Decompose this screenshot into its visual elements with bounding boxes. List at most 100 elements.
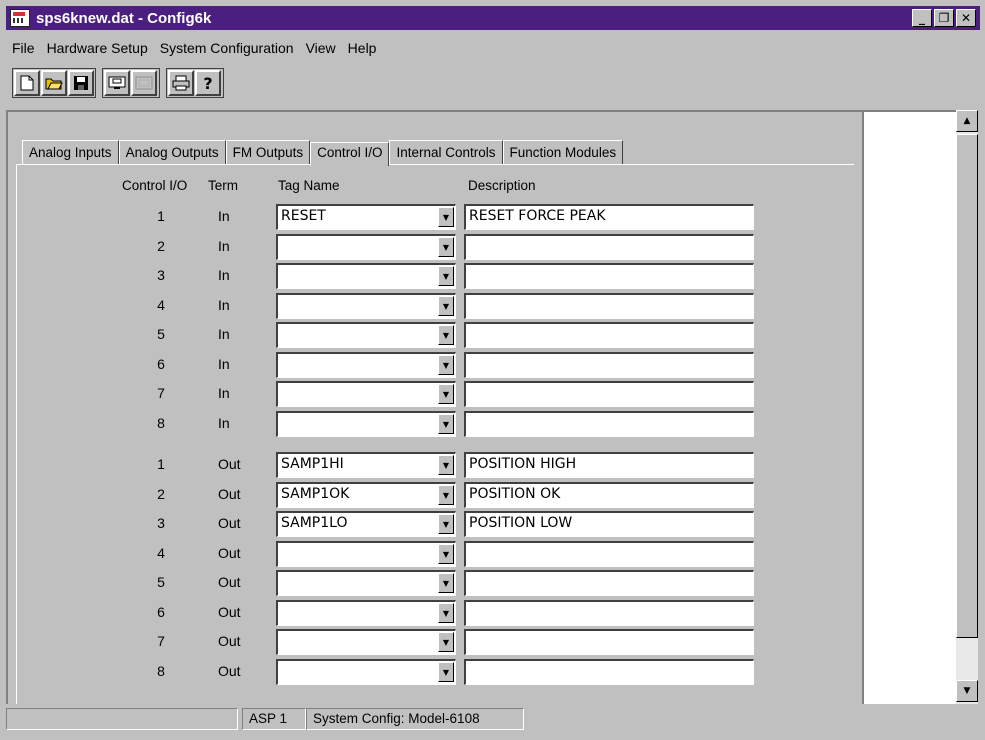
menu-help[interactable]: Help [342, 40, 383, 56]
description-field[interactable]: POSITION OK [464, 481, 754, 508]
disabled-icon[interactable] [131, 70, 157, 96]
dropdown-arrow-icon[interactable]: ▼ [438, 384, 454, 404]
close-button[interactable]: ✕ [956, 9, 976, 27]
row-number: 1 [157, 208, 165, 224]
maximize-button[interactable]: ❐ [934, 9, 954, 27]
monitor-icon[interactable] [104, 70, 130, 96]
title-bar[interactable]: sps6knew.dat - Config6k _ ❐ ✕ [6, 6, 980, 30]
tag-name-combo[interactable]: ▼ [276, 540, 456, 567]
tag-name-combo[interactable]: SAMP1HI ▼ [276, 452, 456, 478]
tag-name-combo[interactable]: ▼ [276, 410, 456, 437]
tab-analog-inputs[interactable]: Analog Inputs [22, 140, 119, 164]
scroll-thumb[interactable] [956, 134, 978, 638]
menu-hardware-setup[interactable]: Hardware Setup [41, 40, 154, 56]
dropdown-arrow-icon[interactable]: ▼ [438, 573, 454, 593]
tab-function-modules[interactable]: Function Modules [502, 140, 624, 164]
description-field[interactable]: POSITION LOW [464, 511, 754, 537]
row-number: 6 [157, 603, 165, 620]
dropdown-arrow-icon[interactable]: ▼ [438, 484, 454, 505]
tag-name-combo[interactable]: ▼ [276, 292, 456, 319]
dropdown-arrow-icon[interactable]: ▼ [438, 354, 454, 375]
row-term: Out [218, 515, 241, 531]
tag-name-combo[interactable]: ▼ [276, 629, 456, 655]
header-term: Term [208, 178, 238, 193]
description-field[interactable] [464, 629, 754, 655]
row-term: Out [218, 544, 241, 561]
tag-name-combo[interactable]: ▼ [276, 381, 456, 407]
row-number: 4 [157, 296, 165, 313]
new-icon[interactable] [14, 70, 40, 96]
description-field[interactable]: POSITION HIGH [464, 452, 754, 478]
dropdown-arrow-icon[interactable]: ▼ [438, 236, 454, 257]
header-description: Description [468, 178, 536, 193]
dropdown-arrow-icon[interactable]: ▼ [438, 632, 454, 652]
description-field[interactable]: RESET FORCE PEAK [464, 204, 754, 230]
toolbar: ? [6, 64, 980, 106]
tab-analog-outputs[interactable]: Analog Outputs [118, 140, 226, 164]
menu-system-configuration[interactable]: System Configuration [154, 40, 300, 56]
description-field[interactable] [464, 233, 754, 260]
dropdown-arrow-icon[interactable]: ▼ [438, 455, 454, 475]
tag-name-combo[interactable]: ▼ [276, 658, 456, 685]
description-field[interactable] [464, 410, 754, 437]
row-term: In [218, 355, 230, 372]
row-term: Out [218, 633, 241, 649]
row-term: Out [218, 603, 241, 620]
tag-name-combo[interactable]: SAMP1LO ▼ [276, 511, 456, 537]
minimize-button[interactable]: _ [912, 9, 932, 27]
tag-name-combo[interactable]: ▼ [276, 322, 456, 348]
app-icon[interactable] [10, 9, 30, 27]
dropdown-arrow-icon[interactable]: ▼ [438, 325, 454, 345]
description-field[interactable] [464, 599, 754, 626]
row-term: Out [218, 574, 241, 590]
row-term: In [218, 326, 230, 342]
scroll-down-icon[interactable]: ▼ [956, 680, 978, 702]
row-number: 7 [157, 633, 165, 649]
row-number: 5 [157, 574, 165, 590]
dropdown-arrow-icon[interactable]: ▼ [438, 266, 454, 286]
row-number: 4 [157, 544, 165, 561]
menu-file[interactable]: File [6, 40, 41, 56]
description-field[interactable] [464, 540, 754, 567]
dropdown-arrow-icon[interactable]: ▼ [438, 207, 454, 227]
tab-fm-outputs[interactable]: FM Outputs [225, 140, 311, 164]
tag-name-combo[interactable]: ▼ [276, 263, 456, 289]
status-system-config: System Config: Model-6108 [306, 708, 524, 730]
dropdown-arrow-icon[interactable]: ▼ [438, 413, 454, 434]
tag-name-combo[interactable]: ▼ [276, 233, 456, 260]
tag-name-combo[interactable]: SAMP1OK ▼ [276, 481, 456, 508]
menu-view[interactable]: View [300, 40, 342, 56]
save-icon[interactable] [68, 70, 94, 96]
description-value: POSITION LOW [469, 515, 573, 531]
tag-name-combo[interactable]: RESET ▼ [276, 204, 456, 230]
scroll-up-icon[interactable]: ▲ [956, 110, 978, 132]
description-field[interactable] [464, 570, 754, 596]
tag-name-combo[interactable]: ▼ [276, 570, 456, 596]
tab-strip: Analog Inputs Analog Outputs FM Outputs … [22, 136, 624, 166]
dropdown-arrow-icon[interactable]: ▼ [438, 602, 454, 623]
tab-internal-controls[interactable]: Internal Controls [389, 140, 503, 164]
print-icon[interactable] [168, 70, 194, 96]
help-icon[interactable]: ? [195, 70, 221, 96]
tag-name-combo[interactable]: ▼ [276, 351, 456, 378]
tab-control-io[interactable]: Control I/O [310, 142, 390, 166]
description-field[interactable] [464, 263, 754, 289]
description-field[interactable] [464, 351, 754, 378]
dropdown-arrow-icon[interactable]: ▼ [438, 661, 454, 682]
open-icon[interactable] [41, 70, 67, 96]
tag-name-combo[interactable]: ▼ [276, 599, 456, 626]
header-control-io: Control I/O [122, 178, 188, 193]
row-number: 3 [157, 515, 165, 531]
row-number: 2 [157, 237, 165, 254]
description-field[interactable] [464, 322, 754, 348]
dropdown-arrow-icon[interactable]: ▼ [438, 514, 454, 534]
row-number: 7 [157, 385, 165, 401]
description-field[interactable] [464, 381, 754, 407]
vertical-scrollbar[interactable]: ▲ ▼ [956, 110, 978, 704]
description-field[interactable] [464, 292, 754, 319]
row-term: In [218, 267, 230, 283]
description-field[interactable] [464, 658, 754, 685]
dropdown-arrow-icon[interactable]: ▼ [438, 295, 454, 316]
status-cell-main [6, 708, 238, 730]
dropdown-arrow-icon[interactable]: ▼ [438, 543, 454, 564]
